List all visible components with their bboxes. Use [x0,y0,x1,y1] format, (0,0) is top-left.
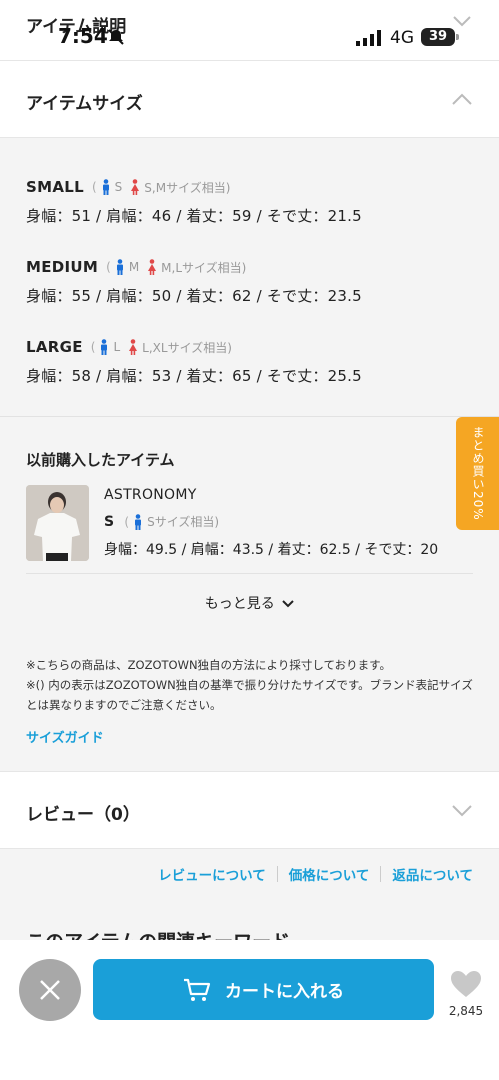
battery-icon: 39 [421,28,459,46]
price-info-link[interactable]: 価格について [289,864,370,884]
previous-items-section: 以前購入したアイテム ASTRONOMY S ( Sサイズ相当) 身幅：49.5… [0,416,499,772]
heart-icon [451,971,481,997]
female-size: L,XLサイズ相当) [142,340,232,355]
signal-icon [356,30,381,46]
male-icon [101,339,108,355]
favorite-count: 2,845 [448,1004,484,1018]
show-more-label: もっと見る [204,596,275,612]
cart-icon [184,978,211,1001]
item-size-header[interactable]: アイテムサイズ [0,60,499,138]
male-size: M [128,260,140,274]
show-more-button[interactable]: もっと見る [0,593,499,613]
network-label: 4G [390,28,414,48]
paren-open: ( [106,260,111,274]
bell-muted-icon [108,29,124,45]
size-guide-link[interactable]: サイズガイド [26,727,104,746]
bulk-discount-tab[interactable]: まとめ買い20% [456,417,499,530]
female-size: M,Lサイズ相当) [161,260,247,275]
size-name: SMALL [26,178,84,196]
size-name: LARGE [26,338,83,356]
male-icon [116,259,123,275]
size-measurements: 身幅：51 / 肩幅：46 / 着丈：59 / そで丈：21.5 [26,207,362,225]
female-icon [129,339,138,355]
bottom-action-bar: カートに入れる 2,845 [0,940,499,1080]
size-measurements: 身幅：55 / 肩幅：50 / 着丈：62 / そで丈：23.5 [26,287,362,305]
male-icon [135,513,142,530]
separator [276,866,278,882]
review-header[interactable]: レビュー（0） [0,771,499,849]
size-note: Sサイズ相当) [147,515,220,529]
close-icon [40,980,60,1000]
footnote-1: ※こちらの商品は、ZOZOTOWN独自の方法により採寸しております。 [26,658,391,672]
return-info-link[interactable]: 返品について [392,864,473,884]
paren-open: ( [90,340,96,354]
close-button[interactable] [19,959,81,1021]
size-entry-medium: MEDIUM ( M M,Lサイズ相当) 身幅：55 / 肩幅：50 / 着丈：… [26,257,362,306]
review-info-link[interactable]: レビューについて [158,864,266,884]
footnote-2: ※() 内の表示はZOZOTOWN独自の基準で振り分けたサイズです。ブランド表記… [26,678,473,712]
info-links: レビューについて 価格について 返品について [158,864,473,884]
chevron-down-icon [282,600,294,608]
chevron-down-icon[interactable] [452,14,472,28]
paren-open: ( [124,514,130,529]
size-entry-large: LARGE ( L L,XLサイズ相当) 身幅：58 / 肩幅：53 / 着丈：… [26,337,362,386]
add-to-cart-button[interactable]: カートに入れる [93,959,434,1020]
size-entry-small: SMALL ( S S,Mサイズ相当) 身幅：51 / 肩幅：46 / 着丈：5… [26,177,362,226]
female-icon [131,179,140,195]
male-icon [102,179,109,195]
add-to-cart-label: カートに入れる [225,982,344,1002]
separator [380,866,382,882]
female-icon [148,259,157,275]
status-bar: アイテム説明 7:54 4G 39 [0,0,499,60]
male-size: L [113,340,121,354]
size-name: S [104,513,115,530]
size-measurements: 身幅：58 / 肩幅：53 / 着丈：65 / そで丈：25.5 [26,367,362,385]
status-time: 7:54 [58,24,108,48]
item-thumbnail[interactable] [26,485,89,561]
divider [26,573,473,574]
size-name: MEDIUM [26,258,99,276]
size-measurements: 身幅：49.5 / 肩幅：43.5 / 着丈：62.5 / そで丈：20 [104,542,439,558]
previous-items-title: 以前購入したアイテム [26,451,175,469]
brand-name[interactable]: ASTRONOMY [104,487,197,503]
review-title: レビュー（0） [26,805,140,825]
male-size: S [114,180,123,194]
chevron-down-icon [452,805,472,817]
item-size-title: アイテムサイズ [26,94,143,114]
favorite-button[interactable]: 2,845 [446,970,486,1018]
paren-open: ( [91,180,97,194]
chevron-up-icon [452,93,472,105]
female-size: S,Mサイズ相当) [144,180,231,195]
